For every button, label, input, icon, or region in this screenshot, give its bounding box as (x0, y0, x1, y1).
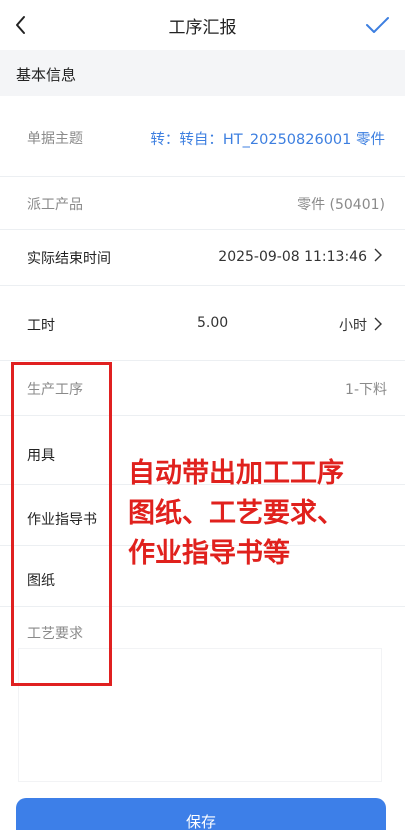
annotation-line: 自动带出加工工序 (128, 458, 344, 489)
chevron-right-icon (374, 317, 382, 331)
dispatch-product-row: 派工产品 零件 (50401) (0, 177, 405, 229)
page-title: 工序汇报 (168, 18, 237, 38)
annotation-line: 图纸、工艺要求、 (128, 498, 344, 529)
work-hours-row: 工时 5.00 小时 (0, 286, 405, 360)
annotation-highlight-box (11, 362, 112, 686)
work-hours-unit-select[interactable]: 小时 (339, 315, 383, 335)
annotation-text: 自动带出加工工序 图纸、工艺要求、 作业指导书等 (128, 454, 344, 574)
checkmark-icon (366, 17, 389, 33)
doc-subject-row: 单据主题 转：转自：HT_20250826001 零件 (0, 96, 405, 176)
work-hours-input[interactable]: 5.00 (197, 315, 228, 331)
confirm-button[interactable] (361, 10, 393, 40)
actual-end-time-field[interactable]: 2025-09-08 11:13:46 (218, 248, 383, 265)
dispatch-product-label: 派工产品 (27, 197, 83, 213)
section-title: 基本信息 (16, 66, 77, 84)
chevron-right-icon (374, 248, 382, 262)
save-button[interactable]: 保存 (16, 798, 386, 830)
section-header: 基本信息 (0, 50, 405, 96)
top-bar: 工序汇报 (0, 0, 405, 50)
process-value: 1-下料 (345, 382, 387, 398)
annotation-line: 作业指导书等 (128, 538, 290, 569)
actual-end-time-value: 2025-09-08 11:13:46 (218, 249, 367, 265)
work-hours-unit: 小时 (339, 318, 367, 334)
work-hours-label: 工时 (27, 318, 55, 334)
actual-end-time-row[interactable]: 实际结束时间 2025-09-08 11:13:46 (0, 230, 405, 285)
dispatch-product-value: 零件 (50401) (297, 197, 385, 213)
doc-subject-label: 单据主题 (27, 131, 83, 147)
actual-end-time-label: 实际结束时间 (27, 251, 111, 267)
doc-subject-value[interactable]: 转：转自：HT_20250826001 零件 (150, 128, 385, 149)
